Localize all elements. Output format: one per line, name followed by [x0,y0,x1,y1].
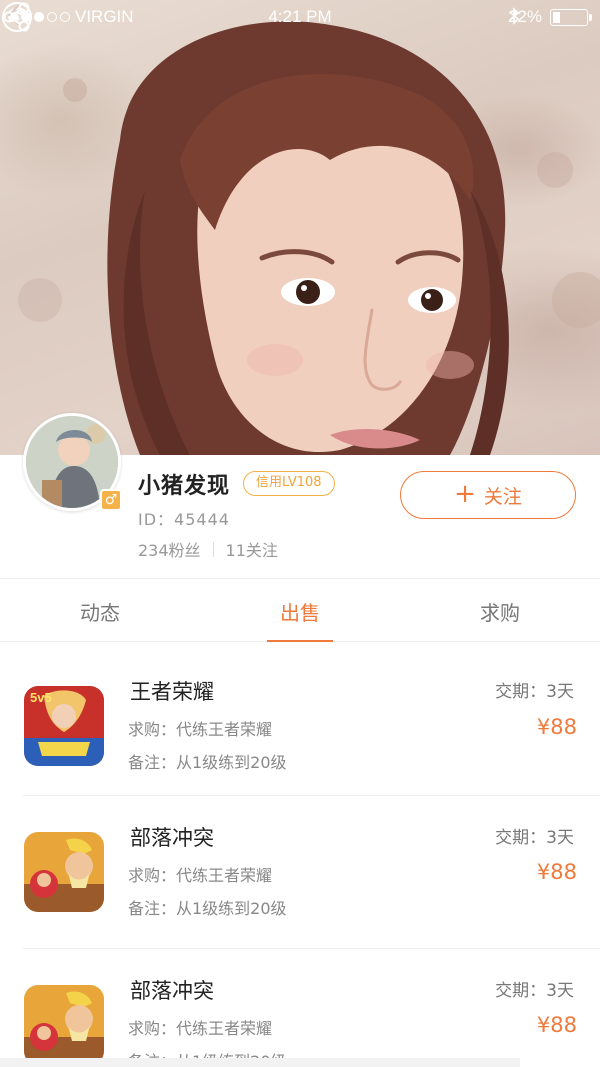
active-tab-indicator [267,640,333,642]
item-request: 求购：代练王者荣耀 [128,720,273,739]
status-right: 22% [508,7,592,27]
list-item[interactable]: 5v5 王者荣耀 求购：代练王者荣耀 备注：从1级练到20级 交期：3天 ¥88 [0,643,600,796]
plus-icon: + [454,479,476,509]
item-request: 求购：代练王者荣耀 [128,866,273,885]
item-delivery-period: 交期：3天 [495,682,574,702]
item-request: 求购：代练王者荣耀 [128,1019,273,1038]
tab-selling[interactable]: 出售 [200,597,400,626]
more-icon[interactable] [0,0,34,34]
item-note: 备注：从1级练到20级 [128,753,287,772]
list-item[interactable]: 部落冲突 求购：代练王者荣耀 备注：从1级练到20级 交期：3天 ¥88 [0,949,600,1067]
item-price: ¥88 [536,860,577,884]
cover-portrait-illustration [18,21,600,455]
cover-photo: VIRGIN 4:21 PM 22% [0,0,600,455]
listing-list: 5v5 王者荣耀 求购：代练王者荣耀 备注：从1级练到20级 交期：3天 ¥88… [0,643,600,1067]
item-price: ¥88 [536,715,577,739]
stats-divider [212,541,214,557]
status-bar: VIRGIN 4:21 PM 22% [0,0,600,34]
bottom-bar [0,1058,520,1067]
item-delivery-period: 交期：3天 [495,828,574,848]
user-stats: 234粉丝 11关注 [138,537,278,561]
battery-icon [550,8,592,26]
fans-count[interactable]: 234粉丝 [138,537,201,561]
item-title: 部落冲突 [130,979,214,1003]
follow-button[interactable]: + 关注 [400,471,576,519]
username: 小猪发现 [138,474,231,499]
tab-buying[interactable]: 求购 [400,597,600,626]
item-title: 部落冲突 [130,826,214,850]
credit-level-badge: 信用LV108 [243,471,335,496]
bluetooth-icon [509,7,520,25]
following-count[interactable]: 11关注 [226,537,278,561]
tab-bar: 动态 出售 求购 [0,578,600,642]
item-price: ¥88 [536,1013,577,1037]
item-note: 备注：从1级练到20级 [128,899,287,918]
clash-of-clans-icon [24,832,104,912]
list-item[interactable]: 部落冲突 求购：代练王者荣耀 备注：从1级练到20级 交期：3天 ¥88 [0,796,600,949]
item-title: 王者荣耀 [130,680,214,704]
follow-button-label: 关注 [483,485,522,508]
male-icon: ♂ [100,489,122,511]
item-delivery-period: 交期：3天 [495,981,574,1001]
tab-activity[interactable]: 动态 [0,597,200,626]
svg-text:5v5: 5v5 [30,690,52,705]
battery-level [553,11,560,23]
honor-of-kings-icon: 5v5 [24,686,104,766]
clash-of-clans-icon [24,985,104,1065]
user-id: ID：45444 [138,510,230,529]
